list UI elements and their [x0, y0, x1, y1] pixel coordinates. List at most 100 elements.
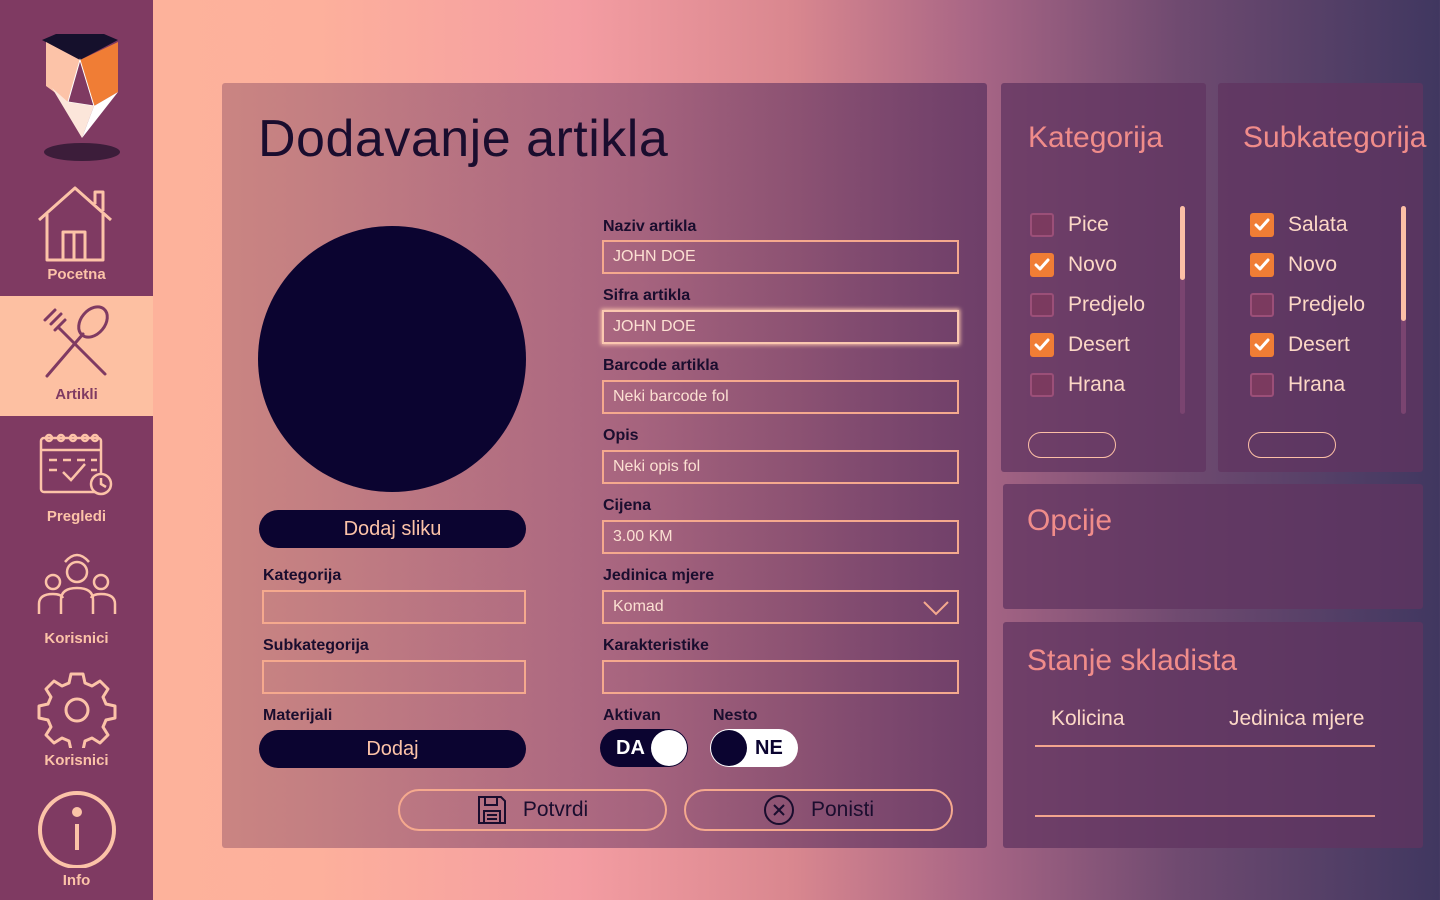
info-icon — [35, 784, 119, 868]
kategorija-label: Kategorija — [263, 567, 342, 584]
sidebar-item-settings[interactable]: Korisnici — [0, 662, 153, 782]
sifra-input[interactable]: JOHN DOE — [602, 310, 959, 344]
subkategorija-item-label: Novo — [1288, 253, 1338, 276]
sidebar-item-pocetna[interactable]: Pocetna — [0, 176, 153, 296]
subkategorija-item[interactable]: Salata — [1250, 213, 1348, 237]
add-image-button[interactable]: Dodaj sliku — [259, 510, 526, 548]
fork-spoon-icon — [35, 298, 119, 382]
article-form-panel: Dodavanje artikla Dodaj sliku Kategorija… — [222, 83, 987, 848]
sidebar-item-label: Info — [62, 872, 91, 889]
subkategorija-field[interactable] — [262, 660, 526, 694]
subkategorija-item[interactable]: Predjelo — [1250, 293, 1365, 317]
sidebar-item-label: Pregledi — [46, 508, 107, 525]
subkategorija-item-label: Predjelo — [1288, 293, 1366, 316]
jedinica-label: Jedinica mjere — [603, 567, 715, 584]
sidebar-item-korisnici[interactable]: Korisnici — [0, 540, 153, 660]
opis-label: Opis — [603, 427, 639, 444]
checkbox-unchecked[interactable] — [1030, 293, 1054, 317]
subkategorija-panel: Subkategorija Salata Novo Predjelo Desert Hr… — [1218, 83, 1427, 472]
opis-input[interactable]: Neki opis fol — [602, 450, 959, 484]
cancel-button[interactable]: Ponisti — [684, 789, 953, 831]
materijali-label: Materijali — [263, 707, 333, 724]
nesto-toggle[interactable]: NE — [710, 729, 798, 767]
subkategorija-item-label: Desert — [1288, 333, 1350, 356]
users-icon — [35, 542, 119, 626]
karakteristike-label: Karakteristike — [603, 637, 709, 654]
barcode-input[interactable]: Neki barcode fol — [602, 380, 959, 414]
cijena-input[interactable]: 3.00 KM — [602, 520, 959, 554]
checkbox-unchecked[interactable] — [1250, 373, 1274, 397]
naziv-input[interactable]: JOHN DOE — [602, 240, 959, 274]
barcode-label: Barcode artikla — [603, 357, 719, 374]
checkbox-checked[interactable] — [1250, 213, 1274, 237]
subkategorija-add-button[interactable] — [1248, 432, 1336, 458]
page-title: Dodavanje artikla — [258, 110, 669, 168]
checkmark-icon — [1254, 218, 1270, 231]
kategorija-panel: Kategorija Pice Novo Predjelo Desert Hrana — [1001, 83, 1206, 472]
toggle-knob — [651, 730, 687, 766]
subkategorija-scroll-thumb[interactable] — [1401, 206, 1406, 321]
sidebar-item-label: Artikli — [55, 386, 98, 403]
save-icon — [477, 796, 506, 824]
opcije-panel-title: Opcije — [1027, 504, 1113, 537]
kategorija-item[interactable]: Pice — [1030, 213, 1109, 237]
sidebar-item-label: Pocetna — [47, 266, 106, 283]
subkategorija-panel-title: Subkategorija — [1243, 121, 1427, 154]
column-header-kolicina: Kolicina — [1051, 707, 1125, 730]
subkategorija-item-label: Salata — [1288, 213, 1348, 236]
kategorija-scroll-thumb[interactable] — [1180, 206, 1185, 280]
checkbox-checked[interactable] — [1250, 333, 1274, 357]
toggle-knob — [711, 730, 747, 766]
checkbox-unchecked[interactable] — [1030, 373, 1054, 397]
table-divider — [1035, 815, 1375, 817]
checkbox-checked[interactable] — [1030, 253, 1054, 277]
kategorija-field[interactable] — [262, 590, 526, 624]
kategorija-item-label: Hrana — [1068, 373, 1126, 396]
jedinica-select[interactable]: Komad — [602, 590, 959, 624]
confirm-button-label: Potvrdi — [522, 798, 589, 821]
subkategorija-item[interactable]: Desert — [1250, 333, 1350, 357]
checkbox-unchecked[interactable] — [1030, 213, 1054, 237]
article-image-placeholder[interactable] — [258, 226, 526, 492]
aktivan-toggle[interactable]: DA — [600, 729, 688, 767]
sifra-label: Sifra artikla — [603, 287, 691, 304]
checkbox-unchecked[interactable] — [1250, 293, 1274, 317]
aktivan-toggle-value: DA — [616, 737, 645, 759]
checkbox-checked[interactable] — [1030, 333, 1054, 357]
karakteristike-input[interactable] — [602, 660, 959, 694]
aktivan-label: Aktivan — [603, 707, 661, 724]
sidebar-item-info[interactable]: Info — [0, 782, 153, 900]
kategorija-item[interactable]: Predjelo — [1030, 293, 1145, 317]
gear-icon — [35, 664, 119, 748]
sidebar-item-label: Korisnici — [44, 752, 109, 769]
kategorija-item[interactable]: Hrana — [1030, 373, 1125, 397]
nesto-toggle-value: NE — [755, 737, 783, 759]
sidebar-item-pregledi[interactable]: Pregledi — [0, 418, 153, 538]
close-circle-icon — [763, 795, 794, 825]
chevron-down-icon — [923, 601, 949, 616]
sidebar-item-label: Korisnici — [44, 630, 109, 647]
nesto-label: Nesto — [713, 707, 758, 724]
home-icon — [35, 178, 119, 262]
checkmark-icon — [1254, 258, 1270, 271]
kategorija-item-label: Predjelo — [1068, 293, 1146, 316]
checkmark-icon — [1254, 338, 1270, 351]
add-material-button[interactable]: Dodaj — [259, 730, 526, 768]
checkmark-icon — [1034, 258, 1050, 271]
column-header-jedinica: Jedinica mjere — [1229, 707, 1365, 730]
opcije-panel: Opcije — [1003, 484, 1423, 609]
kategorija-item[interactable]: Desert — [1030, 333, 1130, 357]
checkbox-checked[interactable] — [1250, 253, 1274, 277]
subkategorija-item[interactable]: Hrana — [1250, 373, 1345, 397]
kategorija-item[interactable]: Novo — [1030, 253, 1117, 277]
checkmark-icon — [1034, 338, 1050, 351]
cancel-button-label: Ponisti — [810, 798, 875, 821]
sidebar-item-artikli[interactable]: Artikli — [0, 296, 153, 416]
subkategorija-item[interactable]: Novo — [1250, 253, 1337, 277]
kategorija-item-label: Novo — [1068, 253, 1118, 276]
kategorija-panel-title: Kategorija — [1028, 121, 1164, 154]
subkategorija-item-label: Hrana — [1288, 373, 1346, 396]
naziv-label: Naziv artikla — [603, 218, 697, 235]
confirm-button[interactable]: Potvrdi — [398, 789, 667, 831]
kategorija-add-button[interactable] — [1028, 432, 1116, 458]
